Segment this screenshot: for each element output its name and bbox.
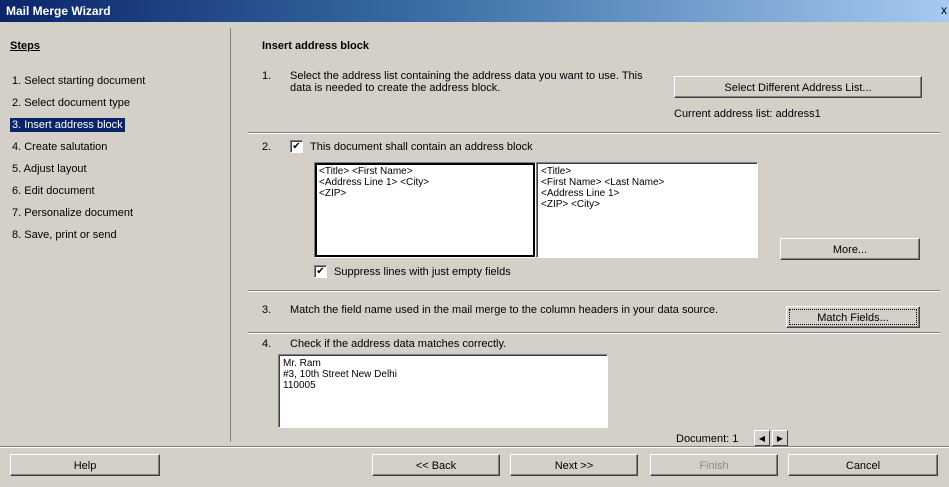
section-1-number: 1.: [262, 70, 272, 82]
block-option-2-line: <ZIP> <City>: [541, 199, 600, 210]
section-2-number: 2.: [262, 141, 272, 153]
step-item-4[interactable]: 4. Create salutation: [10, 140, 109, 154]
section-1-text: Select the address list containing the a…: [290, 70, 643, 94]
window-title: Mail Merge Wizard: [6, 4, 111, 18]
select-address-list-button[interactable]: Select Different Address List...: [674, 76, 922, 98]
content-panel: Insert address block 1. Select the addre…: [238, 22, 949, 446]
cancel-button[interactable]: Cancel: [788, 454, 938, 476]
block-option-2-line: <Title>: [541, 166, 572, 177]
page-title: Insert address block: [262, 40, 369, 52]
wizard-dialog: Steps 1. Select starting document 2. Sel…: [0, 22, 949, 487]
address-block-checkbox[interactable]: ✔: [290, 140, 303, 153]
section-4-number: 4.: [262, 338, 272, 350]
close-icon[interactable]: x: [941, 3, 947, 17]
step-item-6[interactable]: 6. Edit document: [10, 184, 97, 198]
block-option-2-line: <First Name> <Last Name>: [541, 177, 665, 188]
steps-panel: Steps 1. Select starting document 2. Sel…: [8, 28, 231, 442]
arrow-left-icon: ◀: [758, 434, 766, 443]
step-item-7[interactable]: 7. Personalize document: [10, 206, 135, 220]
address-preview-line: 110005: [283, 380, 316, 391]
address-block-checkbox-label: This document shall contain an address b…: [310, 141, 533, 153]
arrow-right-icon: ▶: [776, 434, 784, 443]
address-block-option-1[interactable]: <Title> <First Name> <Address Line 1> <C…: [314, 162, 536, 258]
back-button[interactable]: << Back: [372, 454, 500, 476]
current-address-list: Current address list: address1: [674, 108, 821, 120]
step-item-3[interactable]: 3. Insert address block: [10, 118, 125, 132]
footer-separator: [0, 446, 949, 448]
document-counter: Document: 1: [676, 433, 739, 445]
help-button[interactable]: Help: [10, 454, 160, 476]
address-preview-line: Mr. Ram: [283, 358, 321, 369]
section-divider: [248, 132, 940, 134]
title-bar: Mail Merge Wizard x: [0, 0, 949, 22]
address-preview: Mr. Ram #3, 10th Street New Delhi 110005: [278, 354, 608, 428]
step-item-1[interactable]: 1. Select starting document: [10, 74, 147, 88]
step-item-5[interactable]: 5. Adjust layout: [10, 162, 89, 176]
suppress-empty-lines-label: Suppress lines with just empty fields: [334, 266, 511, 278]
steps-title: Steps: [10, 40, 40, 52]
block-option-1-line: <Address Line 1> <City>: [319, 177, 430, 188]
more-button[interactable]: More...: [780, 238, 920, 260]
previous-record-button[interactable]: ◀: [754, 430, 770, 446]
next-button[interactable]: Next >>: [510, 454, 638, 476]
block-option-2-line: <Address Line 1>: [541, 188, 620, 199]
section-3-text: Match the field name used in the mail me…: [290, 304, 719, 316]
match-fields-button[interactable]: Match Fields...: [786, 306, 920, 328]
suppress-empty-lines-checkbox[interactable]: ✔: [314, 265, 327, 278]
section-3-number: 3.: [262, 304, 272, 316]
address-preview-line: #3, 10th Street New Delhi: [283, 369, 397, 380]
address-block-option-2[interactable]: <Title> <First Name> <Last Name> <Addres…: [536, 162, 758, 258]
section-4-text: Check if the address data matches correc…: [290, 338, 507, 350]
finish-button[interactable]: Finish: [650, 454, 778, 476]
section-divider: [248, 332, 940, 334]
block-option-1-line: <ZIP>: [319, 188, 347, 199]
section-divider: [248, 290, 940, 292]
block-option-1-line: <Title> <First Name>: [319, 166, 413, 177]
step-item-8[interactable]: 8. Save, print or send: [10, 228, 119, 242]
step-item-2[interactable]: 2. Select document type: [10, 96, 132, 110]
next-record-button[interactable]: ▶: [772, 430, 788, 446]
